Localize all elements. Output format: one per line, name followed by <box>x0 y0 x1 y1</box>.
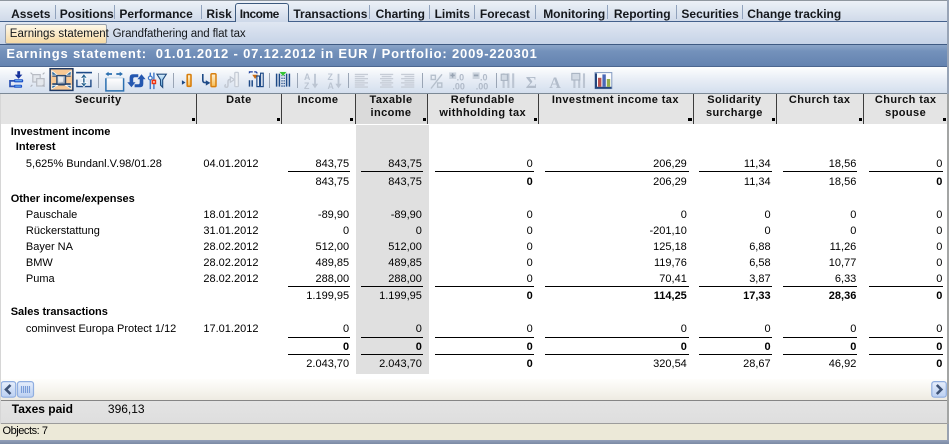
svg-text:A: A <box>328 81 335 91</box>
svg-text:Z: Z <box>304 81 310 91</box>
svg-text:A: A <box>549 75 561 92</box>
svg-text:Σ: Σ <box>526 73 537 92</box>
svg-text:.00: .00 <box>476 81 489 91</box>
svg-text:.00: .00 <box>452 81 465 91</box>
